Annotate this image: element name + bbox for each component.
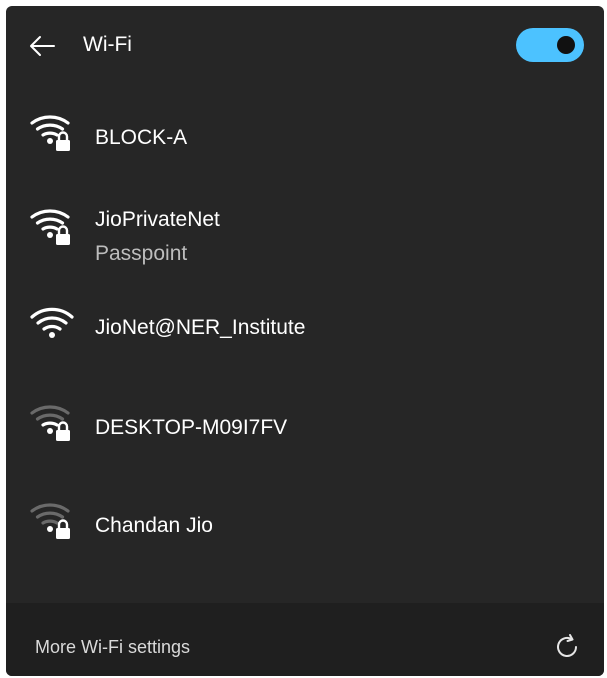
network-name: DESKTOP-M09I7FV	[95, 416, 288, 439]
wifi-secured-icon	[30, 405, 70, 441]
wifi-secured-icon	[30, 503, 70, 539]
wifi-icon	[30, 307, 74, 338]
network-list[interactable]: BLOCK-A JioPrivateNet Passpoint JioNet@N…	[6, 86, 604, 604]
back-arrow-icon	[30, 36, 55, 56]
network-name: JioNet@NER_Institute	[95, 316, 306, 339]
wifi-secured-icon	[30, 209, 70, 245]
network-item-partial[interactable]	[6, 584, 604, 604]
wifi-secured-icon	[30, 115, 70, 151]
network-item-jionet-ner-institute[interactable]: JioNet@NER_Institute	[6, 280, 604, 372]
toggle-knob	[557, 36, 575, 54]
network-name: BLOCK-A	[95, 126, 188, 149]
wifi-toggle[interactable]	[516, 28, 584, 62]
more-wifi-settings-link[interactable]: More Wi-Fi settings	[35, 637, 190, 658]
network-item-chandan-jio[interactable]: Chandan Jio	[6, 472, 604, 564]
network-item-jioprivatenet[interactable]: JioPrivateNet Passpoint	[6, 178, 604, 270]
network-item-block-a[interactable]: BLOCK-A	[6, 86, 604, 178]
page-title: Wi-Fi	[83, 33, 132, 56]
network-name: Chandan Jio	[95, 514, 213, 537]
back-button[interactable]	[28, 34, 56, 58]
wifi-flyout-panel: Wi-Fi BLOCK-A JioPrivateNet Passpoint Ji…	[6, 6, 604, 676]
network-item-desktop-m09i7fv[interactable]: DESKTOP-M09I7FV	[6, 376, 604, 468]
network-subtitle: Passpoint	[95, 242, 188, 265]
wifi-header: Wi-Fi	[6, 6, 604, 86]
refresh-button[interactable]	[551, 631, 583, 663]
flyout-footer: More Wi-Fi settings	[6, 603, 604, 676]
network-name: JioPrivateNet	[95, 208, 220, 231]
refresh-icon	[557, 634, 577, 657]
